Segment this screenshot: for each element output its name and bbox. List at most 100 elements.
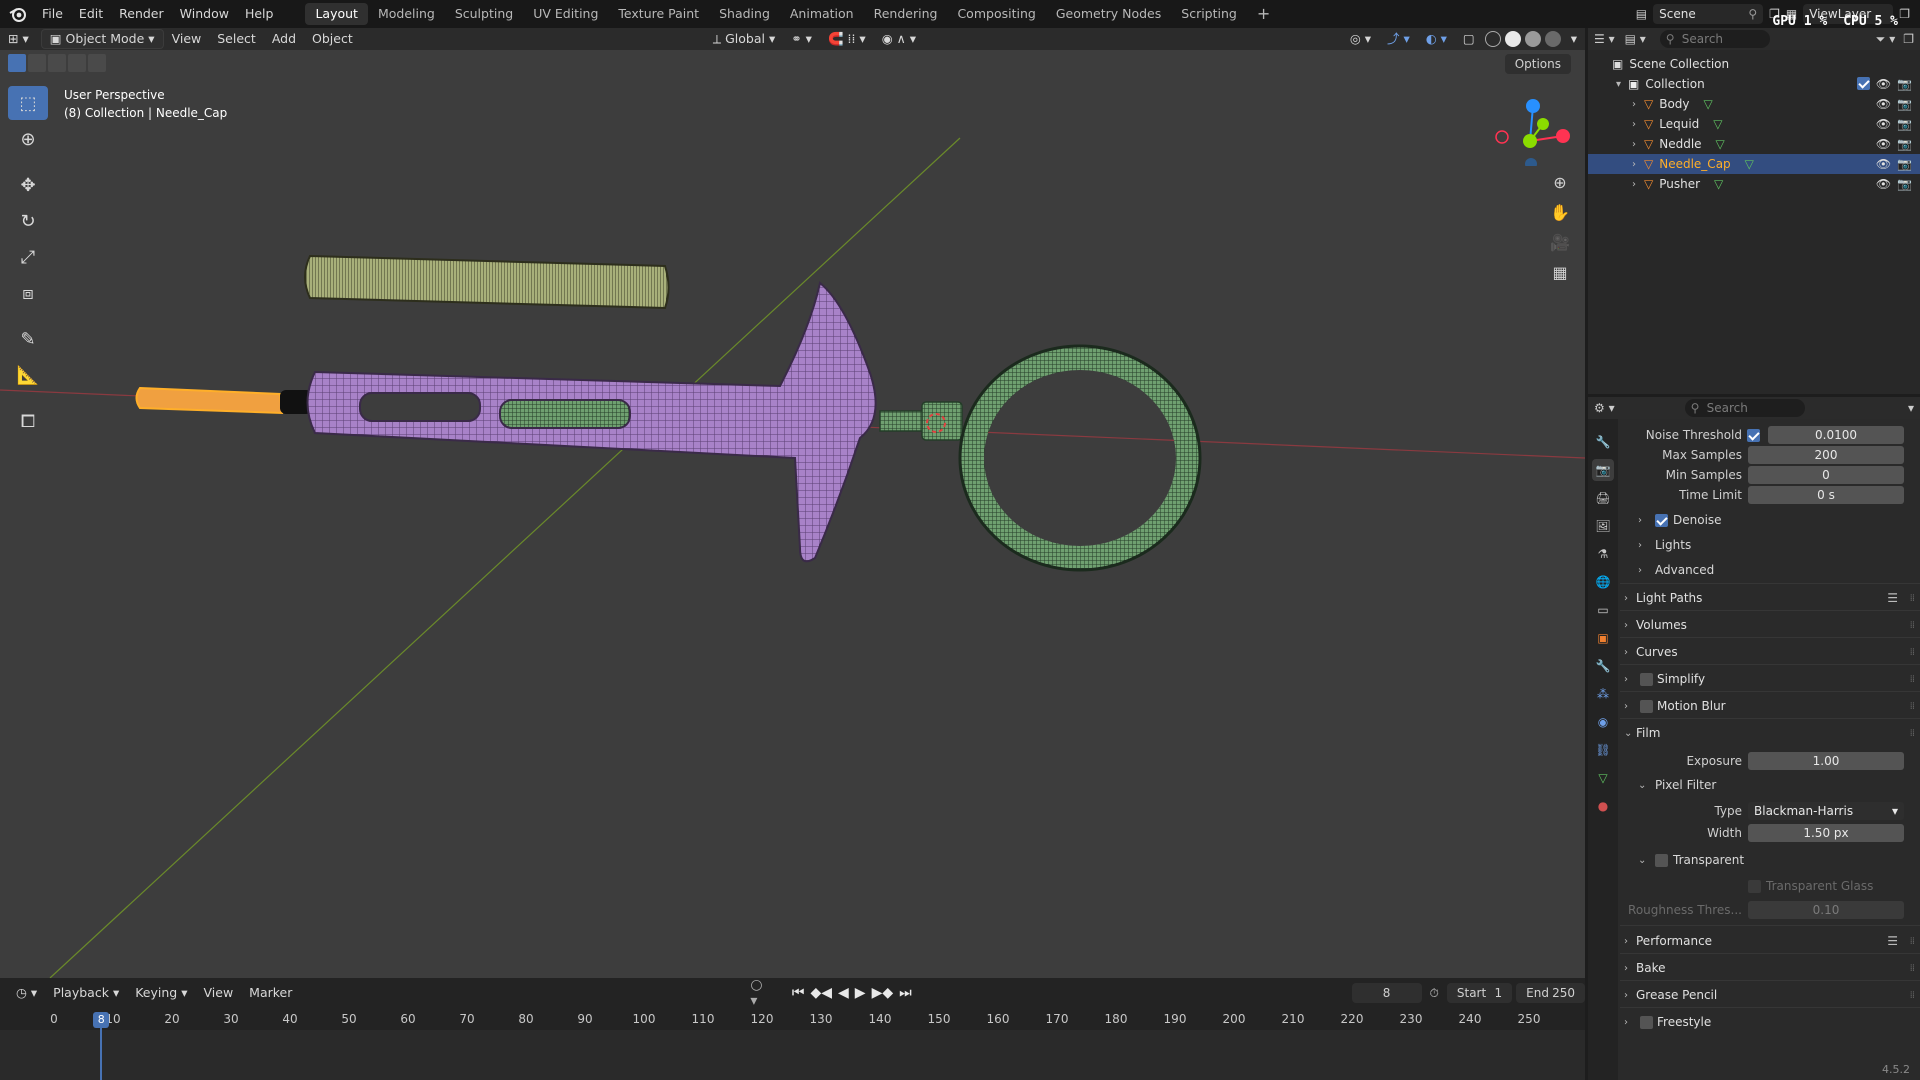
perspective-toggle-icon[interactable]: ▦ [1546,260,1574,284]
max-samples-field[interactable]: 200 [1748,446,1904,464]
world-tab-icon[interactable]: 🌐 [1592,571,1614,593]
tab-rendering[interactable]: Rendering [864,3,948,25]
exclude-checkbox[interactable] [1856,77,1870,90]
outliner-search-input[interactable]: ⚲ Search [1659,30,1770,48]
collection-row[interactable]: ▾ ▣ Collection 👁 📷 [1588,74,1920,94]
noise-threshold-field[interactable]: 0.0100 [1768,426,1904,444]
filter-icon[interactable]: ⏷ ▾ [1876,32,1895,47]
drag-handle-icon[interactable]: ⁞⁞ [1910,674,1915,685]
menu-add[interactable]: Add [264,29,304,49]
mesh-data-icon[interactable]: ▽ [1745,157,1754,171]
tab-animation[interactable]: Animation [780,3,864,25]
add-workspace-icon[interactable]: + [1247,3,1280,25]
tab-modeling[interactable]: Modeling [368,3,445,25]
menu-playback[interactable]: Playback ▾ [45,983,127,1003]
grease-pencil-panel[interactable]: › Grease Pencil ⁞⁞ [1620,983,1920,1007]
properties-editor-type-icon[interactable]: ⚙ ▾ [1594,401,1615,415]
wireframe-shading-icon[interactable] [1484,31,1501,47]
tab-scripting[interactable]: Scripting [1171,3,1247,25]
scene-selector[interactable]: Scene ⚲ [1653,4,1764,24]
eye-icon[interactable]: 👁 [1876,77,1891,91]
overlays-icon[interactable]: ◐ ▾ [1418,29,1455,49]
outliner-object-row[interactable]: › ▽ Body ▽ 👁 📷 [1588,94,1920,114]
exposure-field[interactable]: 1.00 [1748,752,1904,770]
menu-help[interactable]: Help [237,3,282,25]
render-tab-icon[interactable]: 📷 [1592,459,1614,481]
eye-icon[interactable]: 👁 [1876,157,1891,171]
simplify-panel[interactable]: › Simplify ⁞⁞ [1620,667,1920,691]
mesh-data-icon[interactable]: ▽ [1713,117,1722,131]
menu-object[interactable]: Object [304,29,361,49]
drag-handle-icon[interactable]: ⁞⁞ [1910,963,1915,974]
motion-blur-checkbox[interactable] [1640,699,1653,713]
drag-handle-icon[interactable]: ⁞⁞ [1910,701,1915,712]
tab-layout[interactable]: Layout [305,3,368,25]
menu-keying[interactable]: Keying ▾ [127,983,195,1003]
bake-panel[interactable]: › Bake ⁞⁞ [1620,956,1920,980]
eye-icon[interactable]: 👁 [1876,97,1891,111]
select-intersect-icon[interactable] [88,54,106,72]
blender-logo-icon[interactable] [8,4,28,24]
roughness-threshold-field[interactable]: 0.10 [1748,901,1904,919]
outliner-object-row[interactable]: › ▽ Lequid ▽ 👁 📷 [1588,114,1920,134]
drag-handle-icon[interactable]: ⁞⁞ [1910,593,1915,604]
menu-render[interactable]: Render [111,3,172,25]
zoom-icon[interactable]: ⊕ [1546,170,1574,194]
physics-tab-icon[interactable]: ◉ [1592,711,1614,733]
camera-icon[interactable]: 📷 [1897,77,1912,91]
outliner-object-row[interactable]: › ▽ Pusher ▽ 👁 📷 [1588,174,1920,194]
constraints-tab-icon[interactable]: ⛓ [1592,739,1614,761]
scene-tab-icon[interactable]: ⚗ [1592,543,1614,565]
tool-tab-icon[interactable]: 🔧 [1592,431,1614,453]
select-subtract-icon[interactable] [48,54,66,72]
pixel-filter-subpanel[interactable]: ⌄ Pixel Filter [1638,778,1716,792]
menu-edit[interactable]: Edit [71,3,111,25]
outliner-object-row[interactable]: › ▽ Neddle ▽ 👁 📷 [1588,134,1920,154]
proportional-edit-icon[interactable]: ◉ ∧ ▾ [874,29,924,49]
material-tab-icon[interactable]: ● [1592,795,1614,817]
transparent-subpanel[interactable]: ⌄ Transparent [1638,853,1744,867]
outliner-editor-type-icon[interactable]: ☰ ▾ [1594,32,1615,46]
eye-icon[interactable]: 👁 [1876,117,1891,131]
rotate-tool-icon[interactable]: ↻ [8,204,48,238]
min-samples-field[interactable]: 0 [1748,466,1904,484]
menu-view-timeline[interactable]: View [196,983,242,1003]
mesh-data-icon[interactable]: ▽ [1716,137,1725,151]
volumes-panel[interactable]: › Volumes ⁞⁞ [1620,613,1920,637]
lights-subpanel[interactable]: › Lights [1638,538,1691,552]
options-dropdown[interactable]: Options [1504,54,1571,74]
next-keyframe-icon[interactable]: ▶◆ [872,985,894,1001]
presets-icon[interactable]: ☰ [1887,591,1898,605]
chevron-right-icon[interactable]: › [1632,159,1644,170]
3d-viewport[interactable]: ⊞ ▾ ▣ Object Mode ▾ View Select Add Obje… [0,28,1585,978]
camera-icon[interactable]: 📷 [1897,97,1912,111]
pan-hand-icon[interactable]: ✋ [1546,200,1574,224]
visibility-icon[interactable]: ◎ ▾ [1342,29,1379,49]
annotate-tool-icon[interactable]: ✎ [8,322,48,356]
transparent-checkbox[interactable] [1655,853,1668,867]
transform-tool-icon[interactable]: ⧈ [8,276,48,310]
mesh-data-icon[interactable]: ▽ [1704,97,1713,111]
chevron-down-icon[interactable]: ▾ [1908,401,1914,415]
camera-icon[interactable]: 📷 [1897,157,1912,171]
menu-view[interactable]: View [164,29,210,49]
end-frame-field[interactable]: End 250 [1516,983,1585,1003]
mode-dropdown[interactable]: ▣ Object Mode ▾ [40,29,164,49]
select-box-tool-icon[interactable]: ⬚ [8,86,48,120]
chevron-right-icon[interactable]: › [1632,179,1644,190]
data-tab-icon[interactable]: ▽ [1592,767,1614,789]
motion-blur-panel[interactable]: › Motion Blur ⁞⁞ [1620,694,1920,718]
freestyle-checkbox[interactable] [1640,1015,1653,1029]
filter-type-dropdown[interactable]: Blackman-Harris ▾ [1748,802,1904,820]
properties-editor[interactable]: ⚙ ▾ ⚲ Search ▾ 🔧 📷 🖨 🖼 ⚗ 🌐 ▭ ▣ 🔧 ⁂ ◉ ⛓ ▽… [1588,397,1920,1080]
menu-window[interactable]: Window [172,3,237,25]
eye-icon[interactable]: 👁 [1876,177,1891,191]
playhead[interactable]: 8 [93,1012,110,1028]
outliner-object-row[interactable]: › ▽ Needle_Cap ▽ 👁 📷 [1588,154,1920,174]
scene-browse-icon[interactable]: ▤ [1636,7,1647,21]
material-shading-icon[interactable] [1524,31,1541,47]
tab-texture-paint[interactable]: Texture Paint [608,3,709,25]
snap-icon[interactable]: 🧲 ⁞⁞ ▾ [820,29,874,49]
xray-icon[interactable]: ▢ [1455,29,1483,49]
prev-keyframe-icon[interactable]: ◆◀ [810,985,832,1001]
